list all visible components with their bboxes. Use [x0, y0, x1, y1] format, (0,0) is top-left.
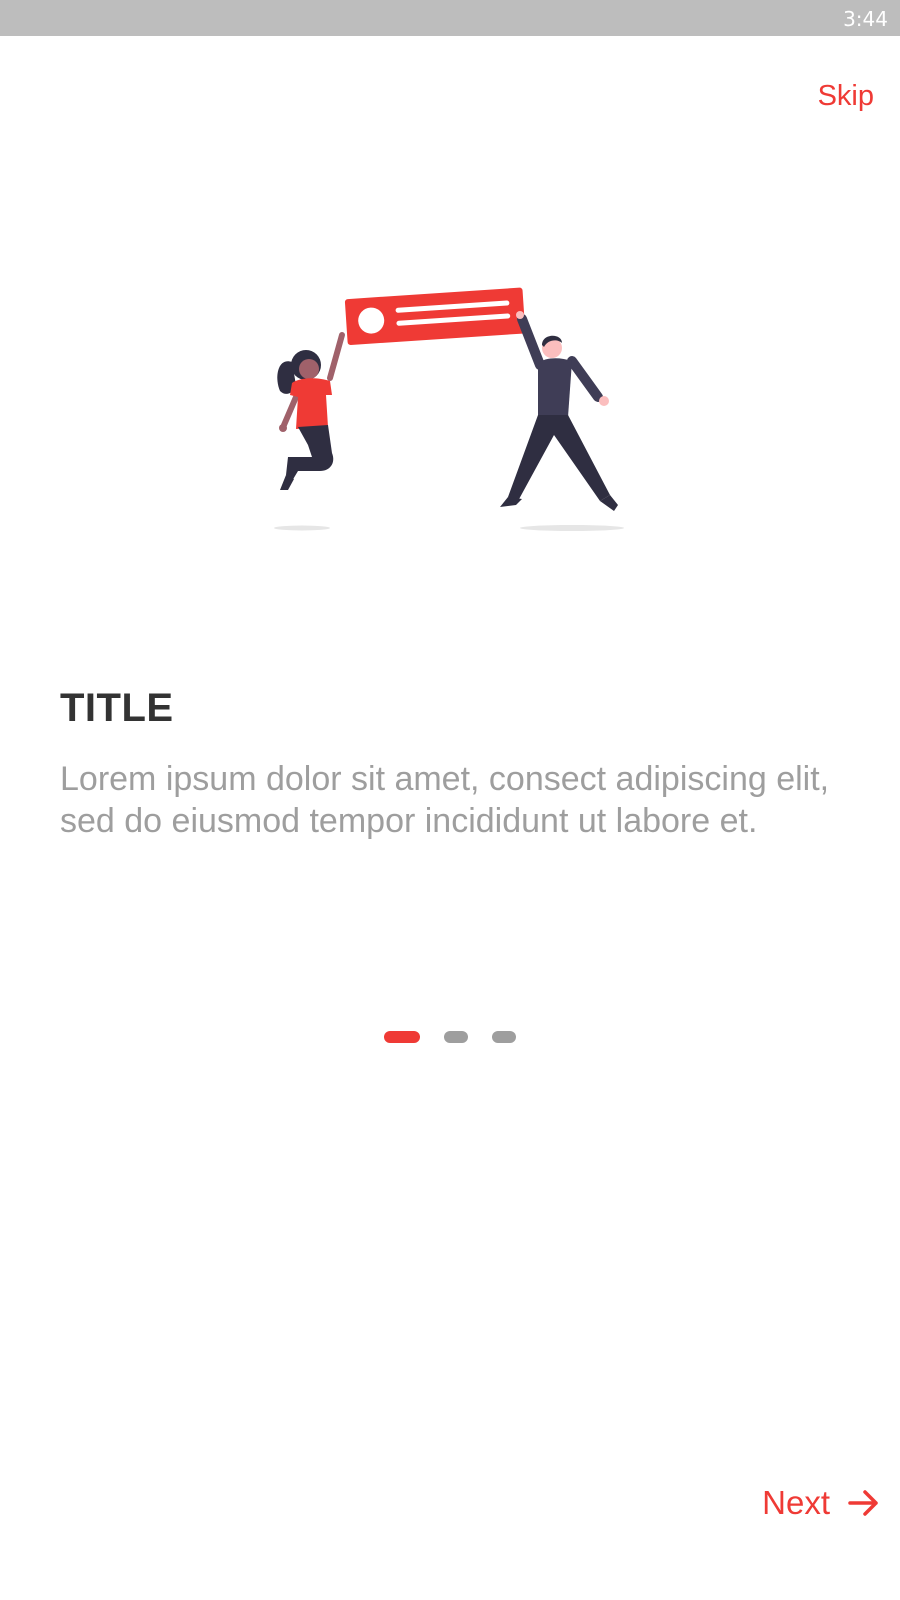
- status-time: 3:44: [843, 7, 888, 31]
- skip-button[interactable]: Skip: [812, 76, 880, 117]
- status-bar: 3:44: [0, 0, 900, 36]
- page-indicator-dot: [492, 1031, 516, 1043]
- page-title: TITLE: [60, 686, 174, 730]
- page-indicator: [384, 1031, 516, 1043]
- next-button[interactable]: Next: [762, 1484, 882, 1522]
- page-indicator-dot-active: [384, 1031, 420, 1043]
- people-holding-banner-illustration: [274, 287, 624, 531]
- onboarding-screen: 3:44 Skip TITLE Lorem ipsum dolor sit am…: [0, 0, 900, 1600]
- page-indicator-dot: [444, 1031, 468, 1043]
- page-description: Lorem ipsum dolor sit amet, consect adip…: [60, 760, 830, 840]
- arrow-right-icon: [848, 1490, 878, 1516]
- next-button-label: Next: [762, 1484, 830, 1521]
